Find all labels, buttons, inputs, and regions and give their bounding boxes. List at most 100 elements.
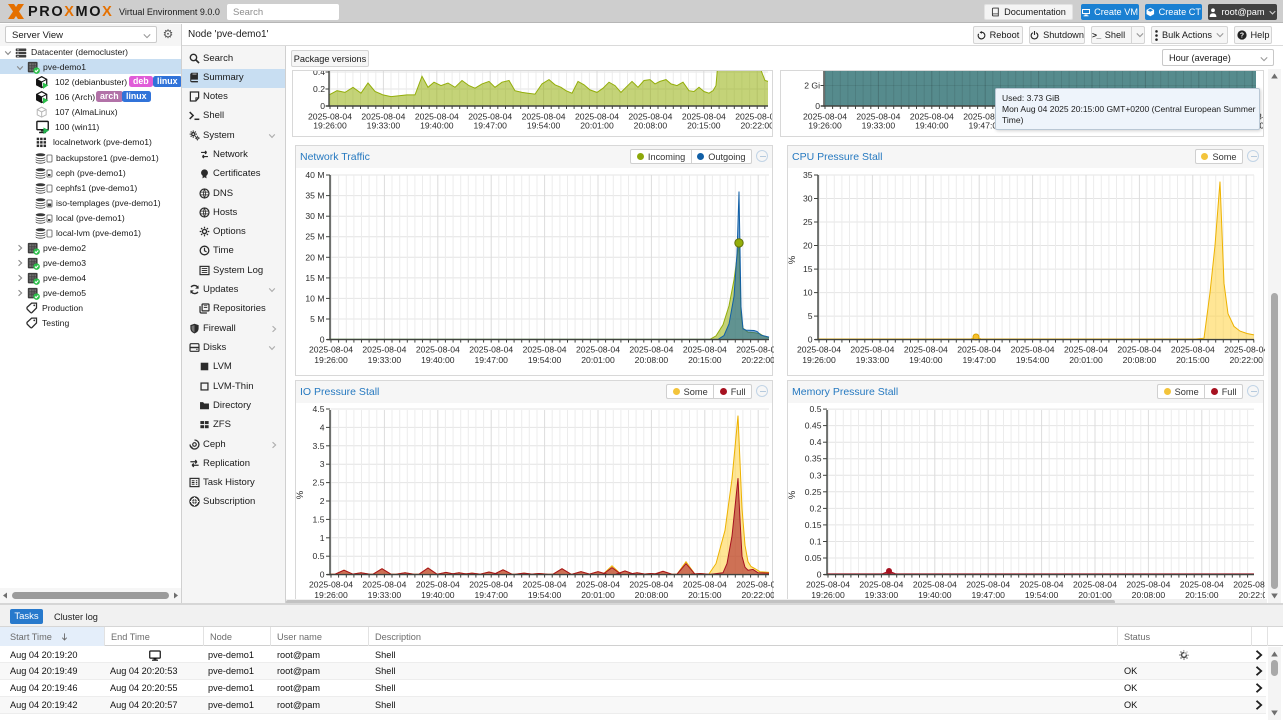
svg-text:2025-08-04: 2025-08-04 [957,344,1001,354]
svg-text:4: 4 [320,422,325,432]
svg-text:1: 1 [320,533,325,543]
svg-text:19:33:00: 19:33:00 [856,355,890,365]
svg-text:15 M: 15 M [305,273,324,283]
svg-text:25 M: 25 M [305,232,324,242]
svg-text:0.05: 0.05 [805,553,822,563]
svg-text:30: 30 [803,194,813,204]
svg-text:4.5: 4.5 [313,404,325,414]
svg-text:19:26:00: 19:26:00 [313,121,347,131]
svg-text:35 M: 35 M [305,191,324,201]
svg-text:2025-08-04: 2025-08-04 [1011,344,1055,354]
svg-text:0.4: 0.4 [313,71,325,77]
svg-text:20:22:00: 20:22:00 [1229,355,1263,365]
svg-text:2025-08-04: 2025-08-04 [523,579,567,589]
svg-text:20:01:00: 20:01:00 [1069,355,1103,365]
svg-text:2025-08-04: 2025-08-04 [469,579,513,589]
svg-text:19:33:00: 19:33:00 [368,355,402,365]
svg-text:0.3: 0.3 [810,470,822,480]
svg-text:10: 10 [803,288,813,298]
svg-text:0.35: 0.35 [805,454,822,464]
svg-text:0.2: 0.2 [810,503,822,513]
svg-text:19:33:00: 19:33:00 [862,121,896,131]
svg-text:2025-08-04: 2025-08-04 [1171,344,1215,354]
svg-text:19:26:00: 19:26:00 [802,355,836,365]
svg-text:2025-08-04: 2025-08-04 [806,579,850,589]
svg-text:2025-08-04: 2025-08-04 [309,579,353,589]
svg-text:2025-08-04: 2025-08-04 [1233,579,1265,589]
svg-text:2 Gi: 2 Gi [804,81,820,91]
svg-text:2025-08-04: 2025-08-04 [1073,579,1117,589]
svg-text:2025-08-04: 2025-08-04 [416,344,460,354]
svg-text:19:54:00: 19:54:00 [1016,355,1050,365]
svg-text:2025-08-04: 2025-08-04 [1117,344,1161,354]
svg-text:2025-08-04: 2025-08-04 [904,344,948,354]
svg-text:0.25: 0.25 [805,487,822,497]
svg-text:19:33:00: 19:33:00 [367,121,401,131]
svg-text:19:26:00: 19:26:00 [808,121,842,131]
svg-text:2: 2 [320,496,325,506]
svg-text:20 M: 20 M [305,252,324,262]
svg-text:0: 0 [817,570,822,580]
svg-text:2025-08-04: 2025-08-04 [683,579,727,589]
svg-text:2025-08-04: 2025-08-04 [576,344,620,354]
svg-text:20:22:00: 20:22:00 [740,121,772,131]
svg-text:0.1: 0.1 [810,537,822,547]
svg-text:19:47:00: 19:47:00 [473,121,507,131]
svg-text:19:26:00: 19:26:00 [314,355,348,365]
svg-text:2025-08-04: 2025-08-04 [576,579,620,589]
svg-text:40 M: 40 M [305,170,324,180]
svg-text:2025-08-04: 2025-08-04 [629,579,673,589]
svg-text:20:08:00: 20:08:00 [1123,355,1157,365]
svg-text:?: ? [1239,33,1243,40]
svg-text:35: 35 [803,170,813,180]
svg-text:2025-08-04: 2025-08-04 [797,344,841,354]
svg-text:3.5: 3.5 [313,441,325,451]
svg-text:30 M: 30 M [305,211,324,221]
svg-text:19:40:00: 19:40:00 [915,121,949,131]
svg-text:19:47:00: 19:47:00 [474,355,508,365]
svg-text:2025-08-04: 2025-08-04 [913,579,957,589]
svg-text:2025-08-04: 2025-08-04 [362,344,406,354]
svg-text:0.15: 0.15 [805,520,822,530]
svg-text:0.5: 0.5 [810,404,822,414]
svg-text:1.5: 1.5 [313,514,325,524]
svg-text:2025-08-04: 2025-08-04 [736,344,774,354]
svg-text:20:22:00: 20:22:00 [741,355,774,365]
svg-text:0: 0 [808,335,813,345]
svg-text:20:15:00: 20:15:00 [1176,355,1210,365]
svg-text:20:15:00: 20:15:00 [687,121,721,131]
svg-text:5: 5 [808,311,813,321]
svg-text:0.4: 0.4 [810,437,822,447]
svg-text:20:15:00: 20:15:00 [688,355,722,365]
svg-text:0: 0 [320,570,325,580]
svg-text:%: % [788,490,798,499]
svg-text:0: 0 [320,101,325,111]
svg-text:5 M: 5 M [310,314,324,324]
svg-text:20: 20 [803,241,813,251]
svg-text:2025-08-04: 2025-08-04 [683,344,727,354]
svg-text:2025-08-04: 2025-08-04 [309,344,353,354]
svg-text:0.5: 0.5 [313,551,325,561]
svg-text:20:08:00: 20:08:00 [635,355,669,365]
svg-text:2025-08-04: 2025-08-04 [1224,344,1265,354]
svg-text:2025-08-04: 2025-08-04 [629,344,673,354]
svg-text:2025-08-04: 2025-08-04 [966,579,1010,589]
svg-text:2025-08-04: 2025-08-04 [1126,579,1170,589]
svg-text:2025-08-04: 2025-08-04 [362,579,406,589]
svg-text:%: % [296,490,306,499]
svg-text:20:01:00: 20:01:00 [580,121,614,131]
svg-text:2025-08-04: 2025-08-04 [523,344,567,354]
svg-text:3: 3 [320,459,325,469]
svg-text:0: 0 [320,335,325,345]
svg-text:0.2: 0.2 [313,84,325,94]
svg-text:25: 25 [803,217,813,227]
svg-text:20:01:00: 20:01:00 [581,355,615,365]
svg-text:2025-08-04: 2025-08-04 [850,344,894,354]
svg-text:2025-08-04: 2025-08-04 [1020,579,1064,589]
svg-text:2025-08-04: 2025-08-04 [736,579,774,589]
svg-text:0.45: 0.45 [805,421,822,431]
svg-text:2025-08-04: 2025-08-04 [859,579,903,589]
svg-text:%: % [788,255,798,264]
svg-text:2.5: 2.5 [313,478,325,488]
svg-text:15: 15 [803,264,813,274]
